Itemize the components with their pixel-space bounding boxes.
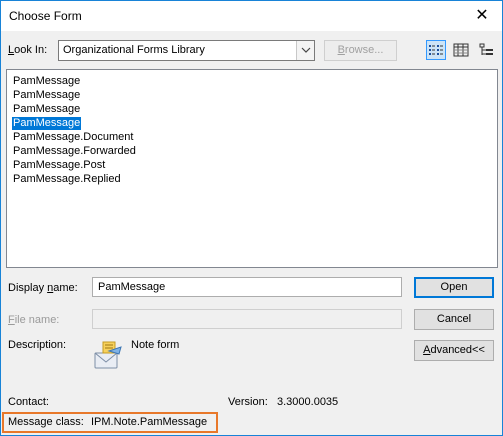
message-class-value: IPM.Note.PamMessage	[91, 416, 208, 428]
advanced-button[interactable]: Advanced<<	[414, 340, 494, 361]
look-in-label: Look In:	[8, 44, 48, 56]
note-form-icon	[91, 339, 123, 371]
forms-list[interactable]: PamMessage PamMessage PamMessage PamMess…	[6, 69, 498, 268]
browse-button[interactable]: Browse...	[324, 40, 397, 61]
list-item[interactable]: PamMessage.Replied	[12, 173, 122, 186]
look-in-dropdown[interactable]: Organizational Forms Library	[58, 40, 315, 61]
title-bar: Choose Form ✕	[1, 1, 502, 31]
file-name-label: File name:	[8, 314, 60, 326]
list-item[interactable]: PamMessage.Post	[12, 159, 106, 172]
list-item[interactable]: PamMessage.Forwarded	[12, 145, 137, 158]
details-view-icon[interactable]	[451, 40, 471, 60]
list-item[interactable]: PamMessage.Document	[12, 131, 134, 144]
properties-view-icon[interactable]	[476, 40, 496, 60]
open-button[interactable]: Open	[414, 277, 494, 298]
cancel-button[interactable]: Cancel	[414, 309, 494, 330]
list-item-selected[interactable]: PamMessage	[10, 116, 83, 131]
description-value: Note form	[131, 339, 180, 351]
display-name-label: Display name:	[8, 282, 78, 294]
list-item[interactable]: PamMessage	[12, 75, 81, 88]
version-value: 3.3000.0035	[277, 396, 339, 408]
file-name-field[interactable]	[92, 309, 402, 329]
close-icon[interactable]: ✕	[462, 1, 502, 31]
display-name-value: PamMessage	[98, 281, 166, 293]
chevron-down-icon[interactable]	[296, 41, 314, 60]
description-label: Description:	[8, 339, 67, 351]
version-label: Version:	[228, 396, 268, 408]
list-item[interactable]: PamMessage	[12, 103, 81, 116]
message-class-label: Message class:	[8, 416, 84, 428]
choose-form-dialog: Choose Form ✕ Look In: Organizational Fo…	[0, 0, 503, 436]
display-name-field[interactable]: PamMessage	[92, 277, 402, 297]
list-view-icon[interactable]	[426, 40, 446, 60]
contact-label: Contact:	[8, 396, 49, 408]
look-in-value: Organizational Forms Library	[63, 44, 205, 56]
window-title: Choose Form	[9, 9, 82, 23]
list-item[interactable]: PamMessage	[12, 89, 81, 102]
